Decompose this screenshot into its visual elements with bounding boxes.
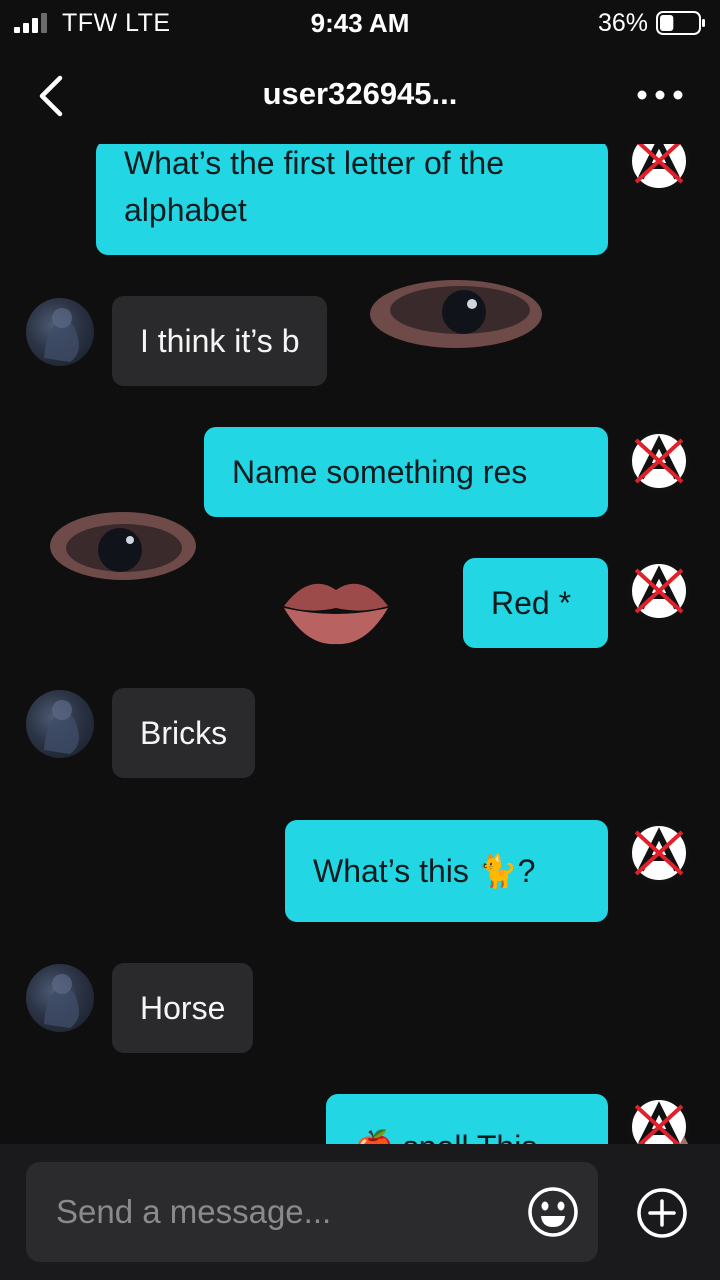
anarchy-avatar-icon[interactable] xyxy=(628,144,690,192)
message-text: I think it’s b xyxy=(140,323,300,359)
contact-avatar[interactable] xyxy=(26,690,94,758)
chat-title[interactable]: user326945... xyxy=(0,76,720,112)
avatar-image xyxy=(44,974,79,1028)
message-text: alphabet xyxy=(124,192,247,228)
incoming-message[interactable]: Bricks xyxy=(112,688,256,778)
composer-bar xyxy=(0,1144,720,1280)
message-list[interactable]: What’s the first letter of the alphabet … xyxy=(0,144,720,1144)
outgoing-message[interactable]: Name something res xyxy=(204,427,608,517)
status-bar: TFW LTE 9:43 AM 36% xyxy=(0,0,720,48)
message-text: Name something res xyxy=(232,454,528,490)
incoming-message[interactable]: Horse xyxy=(112,963,254,1053)
chat-header: user326945... xyxy=(0,48,720,144)
incoming-message[interactable]: I think it’s b xyxy=(112,296,328,386)
outgoing-message[interactable]: What’s the first letter of the alphabet xyxy=(96,144,608,255)
outgoing-message[interactable]: Red * xyxy=(463,558,608,648)
avatar-image xyxy=(44,700,79,754)
plus-icon[interactable] xyxy=(636,1187,688,1239)
message-text: What’s this 🐈? xyxy=(313,853,536,889)
more-icon[interactable] xyxy=(636,78,684,112)
anarchy-avatar-icon[interactable] xyxy=(628,560,690,622)
message-text: Bricks xyxy=(140,715,228,751)
message-text: What’s the first letter of the xyxy=(124,145,505,181)
message-text: Red * xyxy=(491,585,572,621)
battery-percentage: 36% xyxy=(597,9,648,37)
anarchy-avatar-icon[interactable] xyxy=(628,430,690,492)
eye-sticker xyxy=(370,280,542,348)
anarchy-avatar-icon[interactable] xyxy=(628,822,690,884)
outgoing-message[interactable]: 🍎 spell This xyxy=(326,1094,608,1144)
emoji-icon[interactable] xyxy=(528,1187,578,1237)
avatar-image xyxy=(44,308,79,362)
outgoing-message[interactable]: What’s this 🐈? xyxy=(285,820,608,922)
nose-sticker xyxy=(679,1136,689,1144)
message-input[interactable] xyxy=(26,1162,598,1262)
contact-avatar[interactable] xyxy=(26,964,94,1032)
eye-sticker xyxy=(50,512,196,580)
message-text: Horse xyxy=(140,990,226,1026)
lips-sticker xyxy=(284,583,388,645)
contact-avatar[interactable] xyxy=(26,298,94,366)
message-text: 🍎 spell This xyxy=(354,1129,537,1144)
battery-icon xyxy=(656,11,705,35)
